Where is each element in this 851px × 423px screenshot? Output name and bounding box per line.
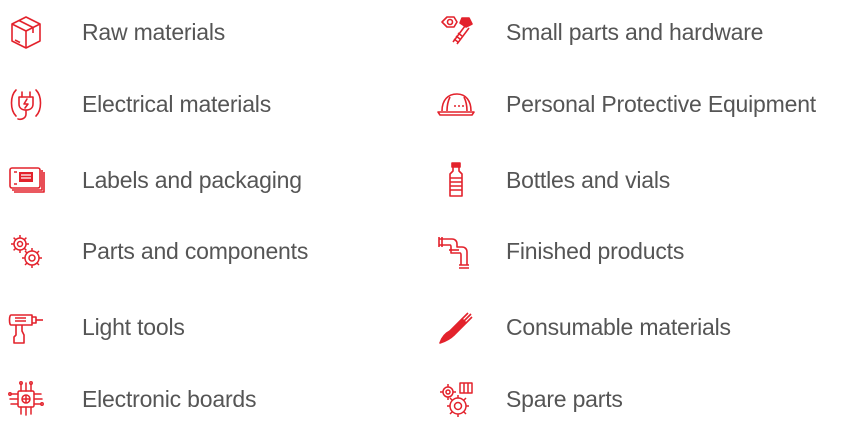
category-label: Labels and packaging <box>82 167 302 193</box>
category-personal-protective-equipment[interactable]: Personal Protective Equipment <box>434 76 816 132</box>
category-consumable-materials[interactable]: Consumable materials <box>434 299 731 355</box>
category-label: Bottles and vials <box>506 167 671 193</box>
category-parts-and-components[interactable]: Parts and components <box>4 223 308 279</box>
pipe-icon <box>434 229 478 273</box>
category-light-tools[interactable]: Light tools <box>4 299 185 355</box>
category-bottles-and-vials[interactable]: Bottles and vials <box>434 152 670 208</box>
category-label: Spare parts <box>506 386 623 412</box>
drill-icon <box>4 305 48 349</box>
bottle-icon <box>434 158 478 202</box>
category-label: Parts and components <box>82 238 309 264</box>
category-label: Finished products <box>506 238 685 264</box>
category-label: Electrical materials <box>82 91 271 117</box>
labels-icon <box>4 158 48 202</box>
nut-bolt-icon <box>434 10 478 54</box>
category-label: Raw materials <box>82 19 226 45</box>
category-label: Small parts and hardware <box>506 19 764 45</box>
spare-gears-icon <box>434 377 478 421</box>
category-electronic-boards[interactable]: Electronic boards <box>4 371 257 423</box>
category-labels-and-packaging[interactable]: Labels and packaging <box>4 152 302 208</box>
category-label: Electronic boards <box>82 386 257 412</box>
category-label: Consumable materials <box>506 314 731 340</box>
box-icon <box>4 10 48 54</box>
category-label: Light tools <box>82 314 185 340</box>
category-finished-products[interactable]: Finished products <box>434 223 684 279</box>
chip-icon <box>4 377 48 421</box>
brush-icon <box>434 305 478 349</box>
gears-icon <box>4 229 48 273</box>
category-raw-materials[interactable]: Raw materials <box>4 4 225 60</box>
plug-icon <box>4 82 48 126</box>
helmet-icon <box>434 82 478 126</box>
category-small-parts-and-hardware[interactable]: Small parts and hardware <box>434 4 763 60</box>
category-electrical-materials[interactable]: Electrical materials <box>4 76 271 132</box>
category-spare-parts[interactable]: Spare parts <box>434 371 623 423</box>
category-grid: Raw materials Electrical materials Label… <box>0 0 851 423</box>
category-label: Personal Protective Equipment <box>506 91 816 117</box>
